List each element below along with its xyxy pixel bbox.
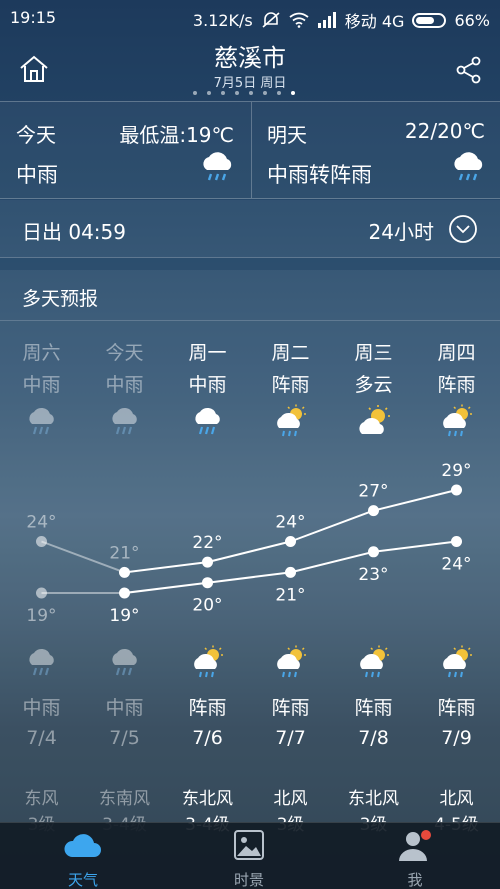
sun-shower-icon (277, 645, 306, 678)
forecast-divider (0, 320, 500, 321)
forecast-day-cond: 阵雨 (271, 374, 310, 396)
sun-shower-icon (360, 645, 389, 678)
page-dot (207, 91, 211, 95)
rain-cloud-icon (29, 407, 54, 435)
forecast-date: 7/7 (275, 727, 306, 749)
forecast-day-cond: 多云 (354, 374, 393, 396)
notification-badge (421, 830, 431, 840)
share-icon[interactable] (456, 56, 482, 84)
forecast-wind-dir: 东风 (24, 789, 59, 809)
page-dot (193, 91, 197, 95)
header: 慈溪市 7月5日 周日 (0, 36, 500, 100)
mute-icon (262, 12, 280, 28)
tomorrow-label: 明天 (267, 123, 307, 147)
today-temp: 最低温:19℃ (119, 123, 234, 147)
page-dot (249, 91, 253, 95)
page-dot (221, 91, 225, 95)
forecast-date: 7/4 (26, 727, 57, 749)
forecast-wind-dir: 北风 (273, 789, 308, 809)
tab-scenery[interactable]: 时景 (166, 823, 332, 889)
forecast-weekday: 周六 (22, 342, 61, 364)
forecast-night-cond: 阵雨 (271, 697, 310, 719)
sunrise-label: 日出 04:59 (22, 220, 126, 244)
today-tomorrow-panel: 今天 最低温:19℃ 中雨 明天 22/20℃ 中雨转阵雨 (0, 101, 500, 199)
picture-icon (234, 830, 264, 860)
date-label: 7月5日 周日 (213, 76, 287, 91)
person-icon (399, 830, 431, 861)
forecast-date: 7/9 (441, 727, 472, 749)
forecast-weekday: 今天 (105, 342, 144, 364)
rain-cloud-icon (195, 407, 220, 435)
forecast-date: 7/8 (358, 727, 389, 749)
rain-cloud-icon (454, 152, 483, 181)
forecast-wind-dir: 东南风 (99, 789, 150, 809)
signal-icon (317, 12, 336, 28)
forecast-title: 多天预报 (22, 288, 99, 310)
forecast-wind-dir: 东北风 (348, 789, 399, 809)
tab-weather[interactable]: 天气 (0, 823, 166, 889)
page-dot (277, 91, 281, 95)
forecast-night-cond: 中雨 (22, 697, 61, 719)
forecast-date: 7/6 (192, 727, 223, 749)
page-dot (263, 91, 267, 95)
rain-cloud-icon (203, 152, 232, 181)
sun-shower-icon (443, 404, 472, 437)
forecast-wind-dir: 北风 (439, 789, 474, 809)
sunrise-row: 日出 04:59 24小时 (0, 200, 500, 258)
tomorrow-temp: 22/20℃ (404, 119, 485, 143)
city-name[interactable]: 慈溪市 (0, 38, 500, 73)
hourly-toggle-label[interactable]: 24小时 (369, 216, 434, 245)
rain-cloud-icon (112, 648, 137, 676)
forecast-night-cond: 阵雨 (354, 697, 393, 719)
status-time: 19:15 (10, 8, 57, 27)
rain-cloud-icon (112, 407, 137, 435)
wifi-icon (289, 12, 309, 28)
forecast-day-cond: 阵雨 (437, 374, 476, 396)
forecast-wind-dir: 东北风 (182, 789, 233, 809)
tab-label: 我 (407, 871, 423, 889)
battery-percent: 66% (454, 10, 490, 30)
sun-shower-icon (277, 404, 306, 437)
page-indicator (193, 91, 295, 95)
tab-label: 时景 (233, 871, 264, 889)
status-bar: 19:15 3.12K/s 移动 4G 66% (0, 0, 500, 36)
forecast-night-cond: 阵雨 (188, 697, 227, 719)
tomorrow-card[interactable]: 明天 22/20℃ 中雨转阵雨 (251, 102, 500, 200)
forecast-weekday: 周二 (271, 342, 310, 364)
tab-bar: 天气 时景 我 (0, 822, 500, 889)
forecast-day-cond: 中雨 (22, 374, 61, 396)
tab-me[interactable]: 我 (332, 823, 498, 889)
forecast-date: 7/5 (109, 727, 140, 749)
battery-icon (412, 12, 447, 28)
forecast-weekday: 周三 (354, 342, 393, 364)
forecast-night-cond: 中雨 (105, 697, 144, 719)
forecast-weekday: 周四 (437, 342, 476, 364)
forecast-night-cond: 阵雨 (437, 697, 476, 719)
page-dot (235, 91, 239, 95)
rain-cloud-icon (29, 648, 54, 676)
carrier: 移动 4G (344, 12, 405, 31)
tab-label: 天气 (67, 871, 98, 889)
today-condition: 中雨 (16, 163, 58, 187)
forecast-day-cond: 中雨 (188, 374, 227, 396)
cloud-icon (64, 834, 101, 857)
page-dot (291, 91, 295, 95)
chevron-down-icon[interactable] (448, 214, 478, 244)
net-speed: 3.12K/s (192, 10, 253, 30)
sun-shower-icon (443, 645, 472, 678)
forecast-weekday: 周一 (188, 342, 227, 364)
today-card[interactable]: 今天 最低温:19℃ 中雨 (0, 102, 250, 200)
forecast-day-cond: 中雨 (105, 374, 144, 396)
sun-shower-icon (194, 645, 223, 678)
partly-cloudy-icon (359, 405, 390, 434)
tomorrow-condition: 中雨转阵雨 (267, 163, 372, 187)
today-label: 今天 (16, 123, 56, 147)
